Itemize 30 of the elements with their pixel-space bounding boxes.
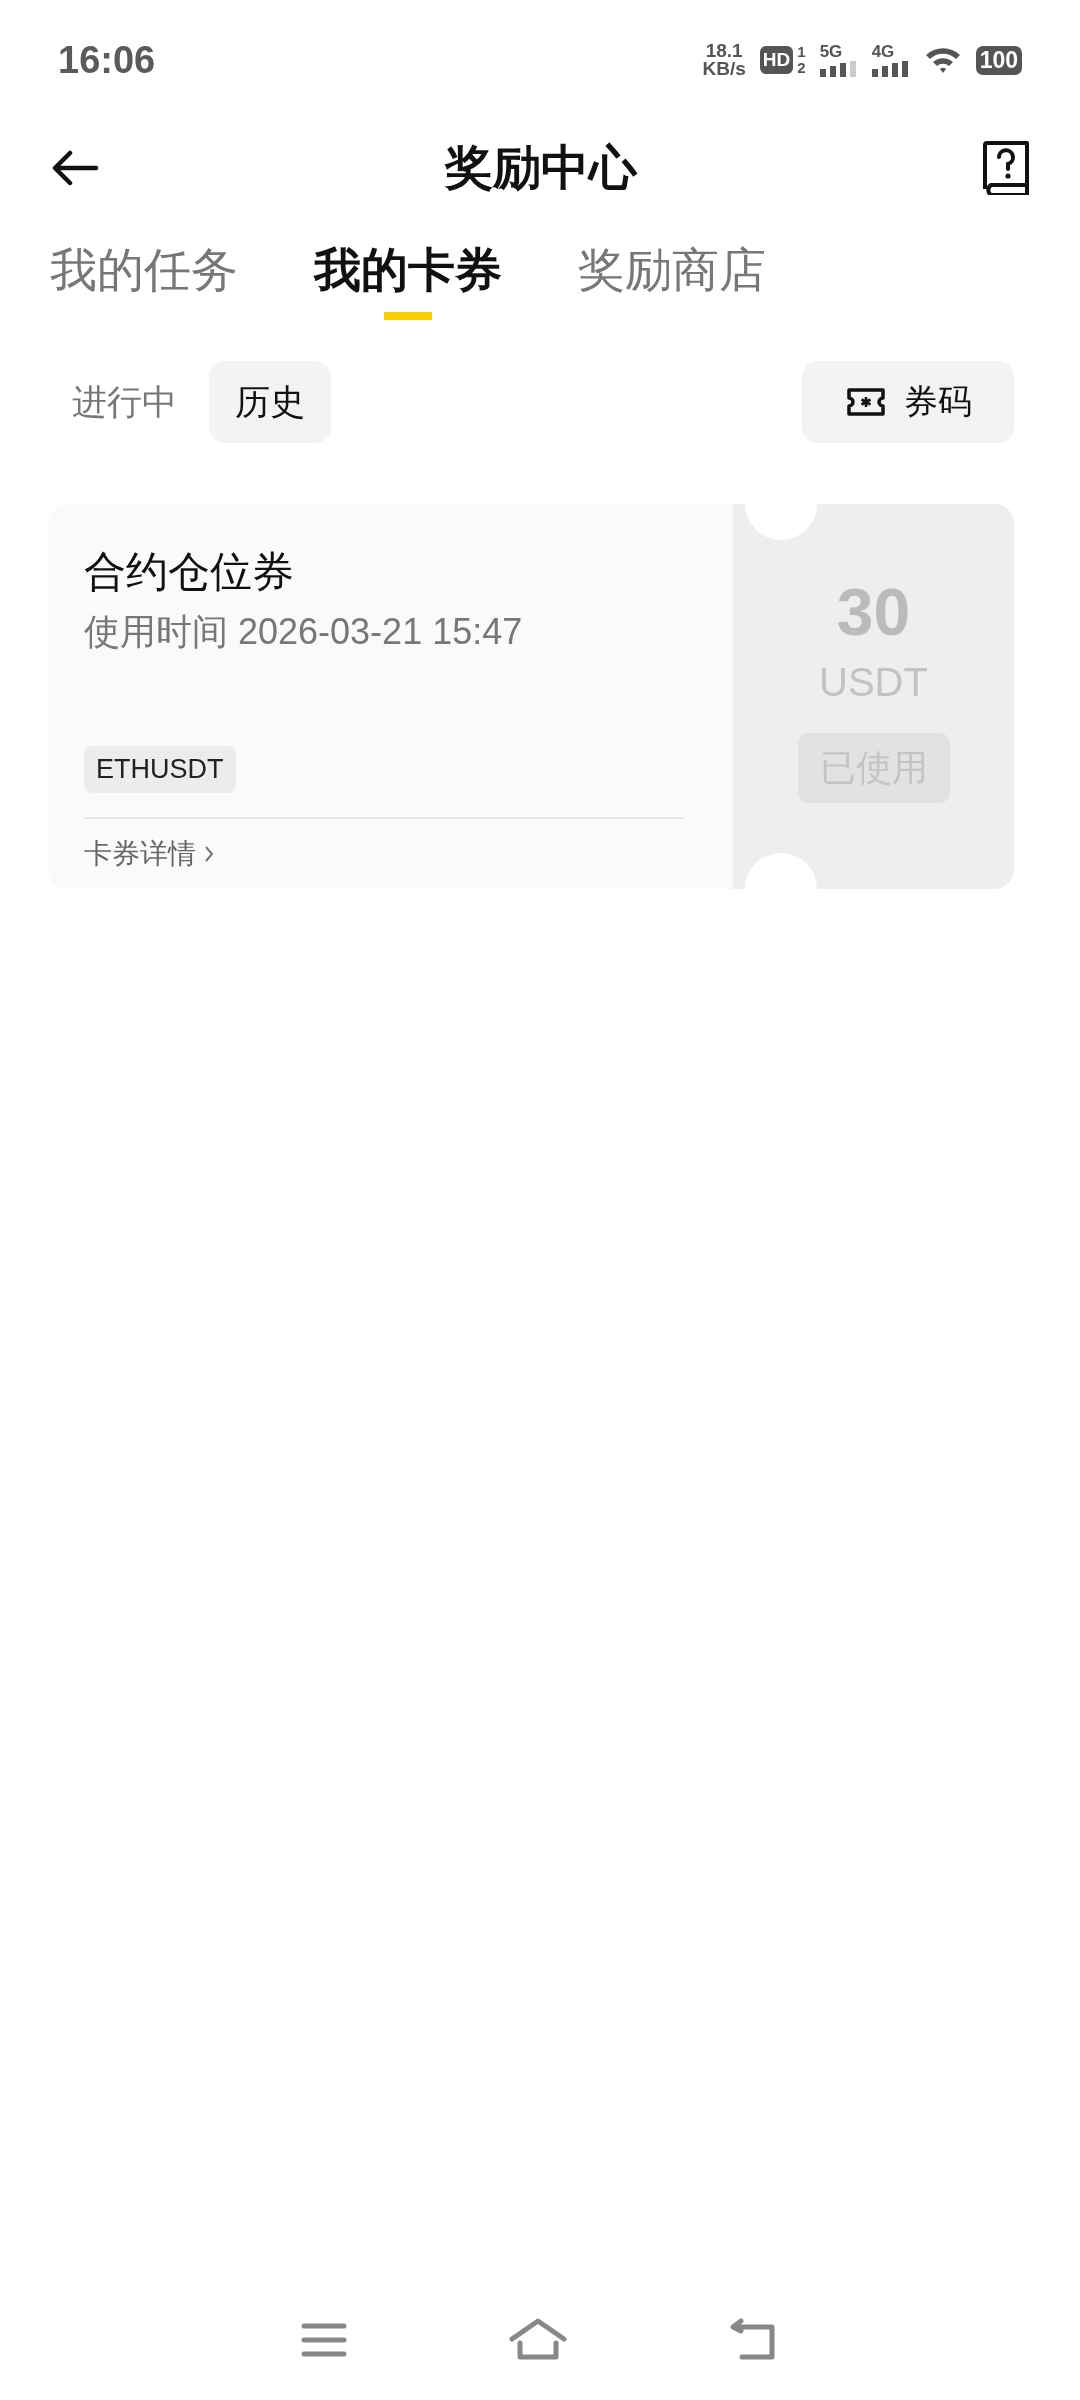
symbol-tag: ETHUSDT	[84, 746, 236, 793]
menu-button[interactable]	[301, 2322, 347, 2358]
menu-icon	[301, 2322, 347, 2358]
hd-badge: HD	[759, 46, 794, 74]
coupon-title: 合约仓位券	[84, 547, 295, 597]
network-speed: 18.1 KB/s	[702, 42, 746, 78]
status-time: 16:06	[58, 38, 157, 82]
tab[interactable]: 我的卡券	[314, 242, 502, 324]
usage-time: 使用时间 2026-03-21 15:47	[84, 610, 524, 654]
ticket-icon	[846, 387, 886, 417]
help-book-icon	[982, 141, 1030, 195]
back-arrow-icon	[50, 150, 100, 186]
battery-indicator: 100	[975, 45, 1022, 75]
sim-numbers: 1 2	[797, 44, 806, 76]
signal-icon	[819, 61, 858, 77]
filter-chip[interactable]: 历史	[209, 361, 331, 443]
tab[interactable]: 我的任务	[50, 242, 238, 324]
page-title: 奖励中心	[445, 140, 637, 196]
coupon-details-link[interactable]: 卡券详情	[84, 819, 214, 889]
chevron-right-icon	[204, 845, 214, 863]
signal-icon	[871, 61, 910, 77]
filter-chip[interactable]: 进行中	[54, 361, 203, 443]
network-label: 4G	[871, 43, 896, 61]
home-button[interactable]	[509, 2318, 567, 2362]
network-label: 5G	[819, 43, 844, 61]
coupon-code-button[interactable]: 券码	[802, 361, 1014, 443]
tab[interactable]: 奖励商店	[578, 242, 766, 324]
back-button[interactable]	[50, 150, 100, 186]
home-icon	[509, 2318, 567, 2362]
help-button[interactable]	[982, 141, 1030, 195]
